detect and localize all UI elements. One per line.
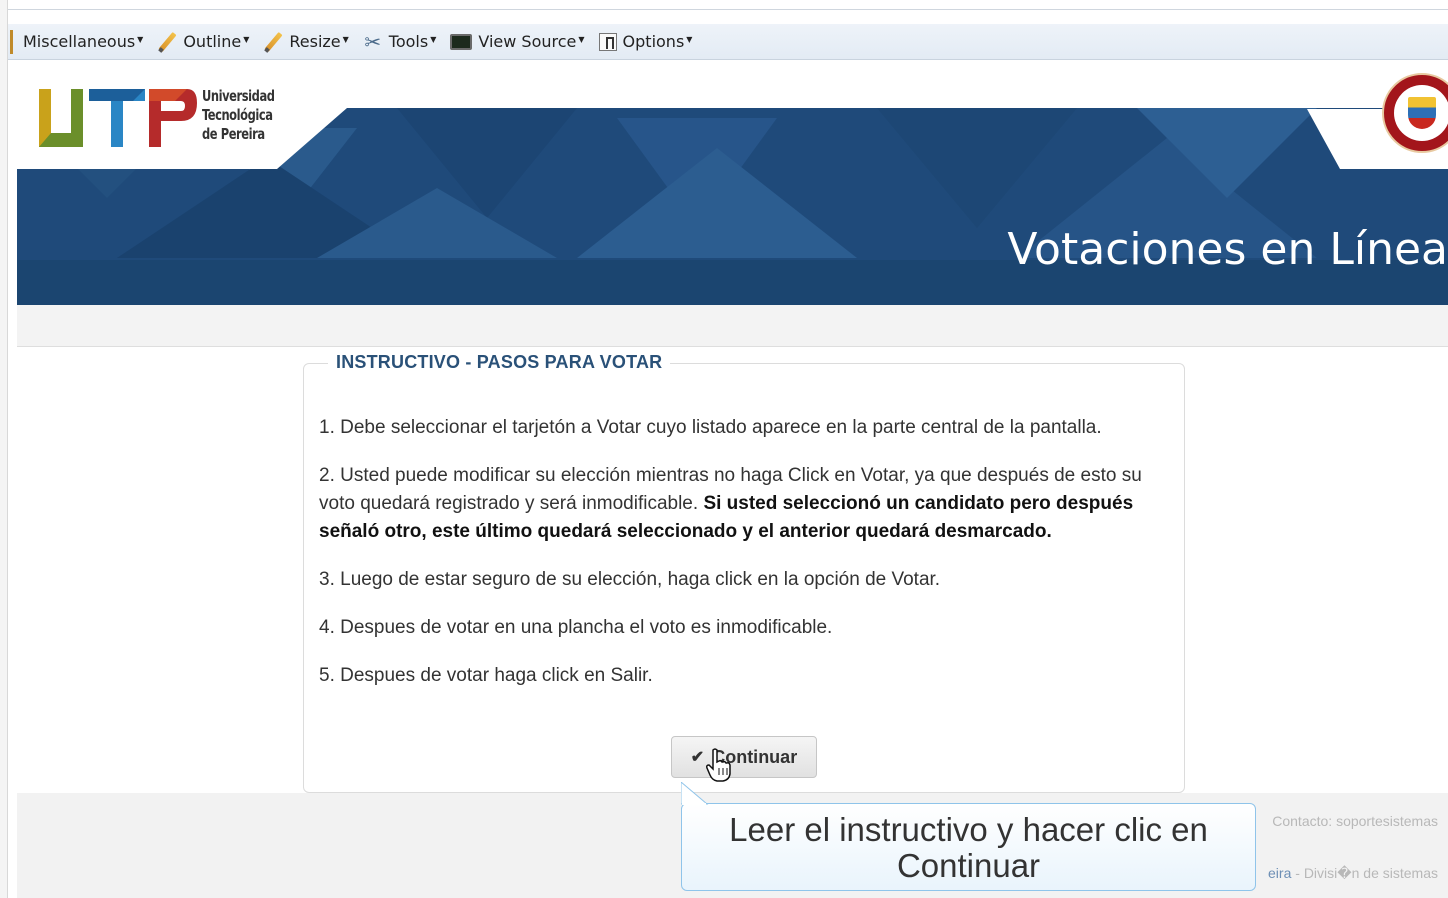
toolbar-view-source-menu[interactable]: View Source ▼ <box>446 24 588 59</box>
toolbar-outline-label: Outline <box>183 32 242 51</box>
caret-down-icon: ▼ <box>342 35 349 44</box>
toolbar-options-menu[interactable]: Options ▼ <box>595 24 697 59</box>
tooltip-line-1: Leer el instructivo y hacer clic en <box>729 811 1208 848</box>
caret-down-icon: ▼ <box>578 35 585 44</box>
footer-credit-link[interactable]: eira <box>1268 865 1291 881</box>
toolbar-resize-label: Resize <box>289 32 341 51</box>
pencil-icon <box>263 32 283 52</box>
instruction-step-1: 1. Debe seleccionar el tarjetón a Votar … <box>319 417 1102 438</box>
toolbar-tools-menu[interactable]: ✂ Tools ▼ <box>359 24 441 59</box>
tutorial-tooltip: Leer el instructivo y hacer clic en Cont… <box>681 803 1256 891</box>
footer-credit: eira - Divisi�n de sistemas <box>1268 865 1438 882</box>
toolbar-tools-label: Tools <box>388 32 429 51</box>
toolbar-options-label: Options <box>622 32 685 51</box>
coat-of-arms-icon <box>1394 85 1448 141</box>
toolbar-resize-menu[interactable]: Resize ▼ <box>259 24 352 59</box>
logo-line: Universidad <box>202 87 275 105</box>
footer-credit-text: - Divisi�n de sistemas <box>1291 865 1438 881</box>
page-title: Votaciones en Línea <box>1007 224 1448 275</box>
check-icon: ✔ <box>690 749 705 766</box>
toolbar-view-source-label: View Source <box>478 32 577 51</box>
caret-down-icon: ▼ <box>243 35 250 44</box>
caret-down-icon: ▼ <box>137 35 144 44</box>
toolbar-miscellaneous-menu[interactable]: Miscellaneous ▼ <box>19 24 147 59</box>
tooltip-line-2: Continuar <box>896 847 1041 884</box>
toolbar-miscellaneous-label: Miscellaneous <box>23 32 136 51</box>
instructions-body: 1. Debe seleccionar el tarjetón a Votar … <box>319 414 1174 710</box>
instruction-step-2: 2. Usted puede modificar su elección mie… <box>319 462 1174 546</box>
utp-logo <box>37 81 197 153</box>
site-header: Votaciones en Línea Universidad Tecnológ… <box>17 61 1448 305</box>
caret-down-icon: ▼ <box>686 35 693 44</box>
instructions-legend: INSTRUCTIVO - PASOS PARA VOTAR <box>328 352 671 373</box>
toolbar-grip <box>10 29 13 54</box>
instruction-step-4: 4. Despues de votar en una plancha el vo… <box>319 617 833 638</box>
tooltip-pointer <box>681 782 709 805</box>
footer-contact: Contacto: soportesistemas <box>1272 813 1438 829</box>
logo-line: Tecnológica <box>202 106 273 124</box>
utp-logo-text: Universidad Tecnológica de Pereira <box>202 87 275 144</box>
logo-line: de Pereira <box>202 125 265 143</box>
options-icon <box>598 32 617 51</box>
nav-bar <box>17 305 1448 347</box>
instruction-step-3: 3. Luego de estar seguro de su elección,… <box>319 569 941 590</box>
tools-icon: ✂ <box>364 29 382 54</box>
hand-cursor-icon <box>706 748 731 782</box>
browser-top-bar <box>8 0 1448 10</box>
instruction-step-5: 5. Despues de votar haga click en Salir. <box>319 665 653 686</box>
instructions-panel: INSTRUCTIVO - PASOS PARA VOTAR 1. Debe s… <box>303 352 1185 793</box>
toolbar-outline-menu[interactable]: Outline ▼ <box>153 24 253 59</box>
continue-button[interactable]: ✔ Continuar <box>671 736 817 778</box>
window-left-edge <box>0 0 8 898</box>
screen-icon <box>450 33 473 50</box>
pencil-icon <box>157 32 177 52</box>
developer-toolbar: Miscellaneous ▼ Outline ▼ Resize ▼ ✂ Tools ▼… <box>8 24 1448 60</box>
caret-down-icon: ▼ <box>430 35 437 44</box>
